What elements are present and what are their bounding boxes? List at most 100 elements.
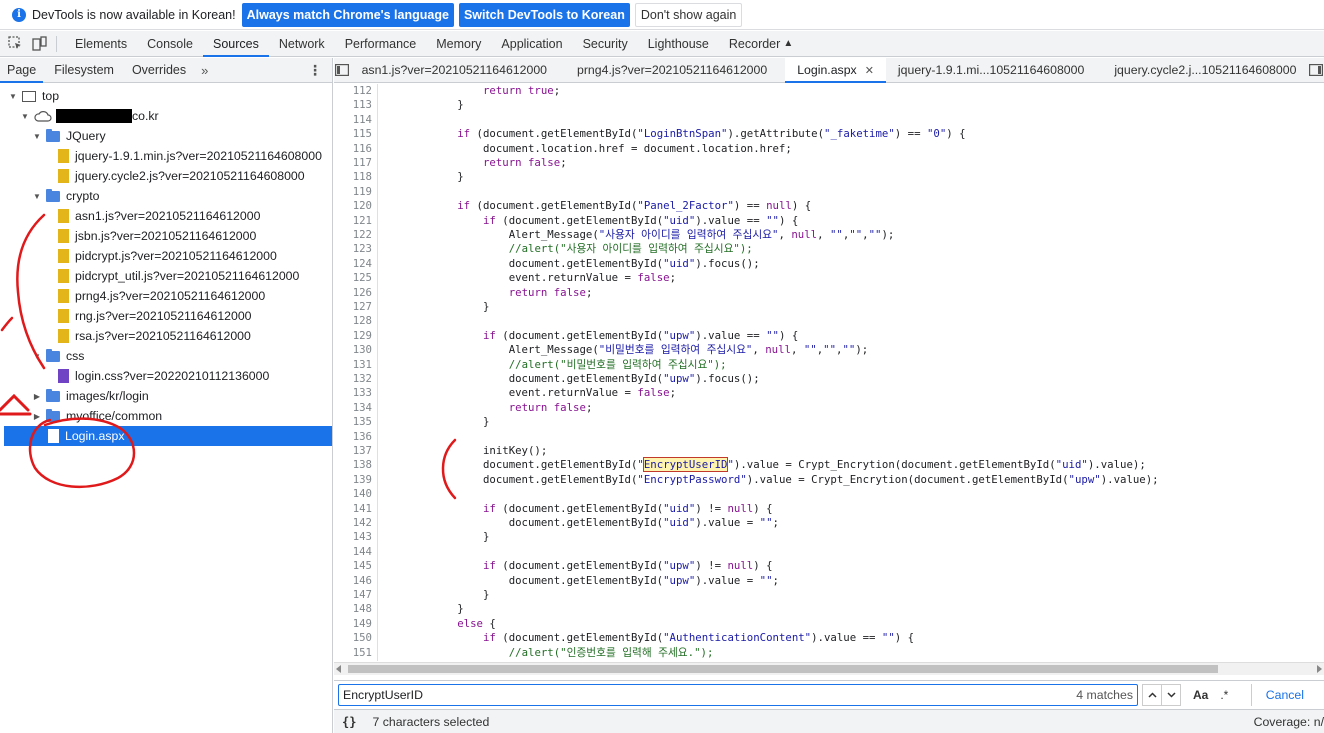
line-number[interactable]: 143: [334, 530, 372, 544]
tab-elements[interactable]: Elements: [65, 31, 137, 56]
close-tab-icon[interactable]: ✕: [865, 64, 874, 77]
tree-file[interactable]: prng4.js?ver=20210521164612000: [0, 286, 332, 306]
code-line[interactable]: 116 document.location.href = document.lo…: [334, 142, 1324, 156]
collapse-triangle-icon[interactable]: ▶: [32, 412, 42, 421]
line-number[interactable]: 151: [334, 646, 372, 660]
expand-triangle-icon[interactable]: ▼: [8, 92, 18, 101]
code-line[interactable]: 137 initKey();: [334, 444, 1324, 458]
code-line[interactable]: 126 return false;: [334, 286, 1324, 300]
scroll-right-icon[interactable]: [1317, 665, 1322, 673]
dont-show-again-button[interactable]: Don't show again: [634, 2, 743, 27]
code-line[interactable]: 134 return false;: [334, 401, 1324, 415]
line-number[interactable]: 117: [334, 156, 372, 170]
code-line[interactable]: 125 event.returnValue = false;: [334, 271, 1324, 285]
code-line[interactable]: 120 if (document.getElementById("Panel_2…: [334, 199, 1324, 213]
tree-file[interactable]: asn1.js?ver=20210521164612000: [0, 206, 332, 226]
code-line[interactable]: 139 document.getElementById("EncryptPass…: [334, 473, 1324, 487]
line-number[interactable]: 119: [334, 185, 372, 199]
code-line[interactable]: 135 }: [334, 415, 1324, 429]
line-number[interactable]: 114: [334, 113, 372, 127]
tab-security[interactable]: Security: [573, 31, 638, 56]
tab-overrides[interactable]: Overrides: [125, 58, 193, 82]
code-line[interactable]: 132 document.getElementById("upw").focus…: [334, 372, 1324, 386]
code-line[interactable]: 138 document.getElementById("EncryptUser…: [334, 457, 1324, 473]
code-line[interactable]: 114: [334, 113, 1324, 127]
toggle-debugger-icon[interactable]: [1308, 64, 1324, 76]
tree-file[interactable]: pidcrypt.js?ver=20210521164612000: [0, 246, 332, 266]
line-number[interactable]: 130: [334, 343, 372, 357]
tree-folder-myoffice[interactable]: ▶ myoffice/common: [0, 406, 332, 426]
line-number[interactable]: 142: [334, 516, 372, 530]
line-number[interactable]: 140: [334, 487, 372, 501]
line-number[interactable]: 136: [334, 430, 372, 444]
line-number[interactable]: 133: [334, 386, 372, 400]
regex-button[interactable]: .*: [1220, 688, 1228, 702]
line-number[interactable]: 129: [334, 329, 372, 343]
line-number[interactable]: 134: [334, 401, 372, 415]
line-number[interactable]: 131: [334, 358, 372, 372]
line-number[interactable]: 113: [334, 98, 372, 112]
scroll-left-icon[interactable]: [336, 665, 341, 673]
line-number[interactable]: 124: [334, 257, 372, 271]
editor-tab[interactable]: jquery.cycle2.j...10521164608000: [1102, 58, 1308, 82]
line-number[interactable]: 120: [334, 199, 372, 213]
code-line[interactable]: 130 Alert_Message("비밀번호를 입력하여 주십시요", nul…: [334, 343, 1324, 357]
line-number[interactable]: 116: [334, 142, 372, 156]
tree-folder-jquery[interactable]: ▼ JQuery: [0, 126, 332, 146]
line-number[interactable]: 148: [334, 602, 372, 616]
code-line[interactable]: 140: [334, 487, 1324, 501]
code-line[interactable]: 128: [334, 314, 1324, 328]
code-line[interactable]: 145 if (document.getElementById("upw") !…: [334, 559, 1324, 573]
line-number[interactable]: 150: [334, 631, 372, 645]
code-area[interactable]: 112 return true; 113 } 114 115 if (document…: [334, 84, 1324, 661]
tree-item-domain[interactable]: ▼ co.kr: [0, 106, 332, 126]
line-number[interactable]: 118: [334, 170, 372, 184]
tab-lighthouse[interactable]: Lighthouse: [638, 31, 719, 56]
code-line[interactable]: 131 //alert("비밀번호를 입력하여 주십시요");: [334, 358, 1324, 372]
tree-file[interactable]: jsbn.js?ver=20210521164612000: [0, 226, 332, 246]
tree-folder-images[interactable]: ▶ images/kr/login: [0, 386, 332, 406]
tree-folder-css[interactable]: ▼ css: [0, 346, 332, 366]
tree-file[interactable]: pidcrypt_util.js?ver=20210521164612000: [0, 266, 332, 286]
expand-triangle-icon[interactable]: ▼: [32, 352, 42, 361]
line-number[interactable]: 127: [334, 300, 372, 314]
line-number[interactable]: 121: [334, 214, 372, 228]
more-options-icon[interactable]: ⋮: [308, 62, 322, 79]
tree-file[interactable]: login.css?ver=20220210112136000: [0, 366, 332, 386]
horizontal-scrollbar[interactable]: [334, 662, 1324, 675]
tree-item-top[interactable]: ▼ top: [0, 86, 332, 106]
code-line[interactable]: 150 if (document.getElementById("Authent…: [334, 631, 1324, 645]
always-match-language-button[interactable]: Always match Chrome's language: [241, 2, 454, 27]
next-match-button[interactable]: [1161, 683, 1181, 706]
tree-file[interactable]: jquery.cycle2.js?ver=20210521164608000: [0, 166, 332, 186]
line-number[interactable]: 126: [334, 286, 372, 300]
line-number[interactable]: 125: [334, 271, 372, 285]
scrollbar-thumb[interactable]: [348, 665, 1218, 673]
tree-file[interactable]: rsa.js?ver=20210521164612000: [0, 326, 332, 346]
line-number[interactable]: 135: [334, 415, 372, 429]
editor-tab[interactable]: jquery-1.9.1.mi...10521164608000: [886, 58, 1096, 82]
tree-folder-crypto[interactable]: ▼ crypto: [0, 186, 332, 206]
code-line[interactable]: 141 if (document.getElementById("uid") !…: [334, 502, 1324, 516]
line-number[interactable]: 122: [334, 228, 372, 242]
cancel-search-button[interactable]: Cancel: [1250, 683, 1318, 706]
switch-to-korean-button[interactable]: Switch DevTools to Korean: [458, 2, 630, 27]
code-line[interactable]: 129 if (document.getElementById("upw").v…: [334, 329, 1324, 343]
tab-filesystem[interactable]: Filesystem: [47, 58, 121, 82]
code-line[interactable]: 119: [334, 185, 1324, 199]
line-number[interactable]: 112: [334, 84, 372, 98]
tab-network[interactable]: Network: [269, 31, 335, 56]
code-line[interactable]: 123 //alert("사용자 아이디를 입력하여 주십시요");: [334, 242, 1324, 256]
match-case-button[interactable]: Aa: [1193, 688, 1208, 702]
code-line[interactable]: 148 }: [334, 602, 1324, 616]
line-number[interactable]: 132: [334, 372, 372, 386]
editor-tab-active[interactable]: Login.aspx ✕: [785, 58, 886, 83]
code-line[interactable]: 133 event.returnValue = false;: [334, 386, 1324, 400]
line-number[interactable]: 144: [334, 545, 372, 559]
tree-file[interactable]: jquery-1.9.1.min.js?ver=2021052116460800…: [0, 146, 332, 166]
editor-tab[interactable]: asn1.js?ver=20210521164612000: [350, 58, 559, 82]
code-line[interactable]: 144: [334, 545, 1324, 559]
inspect-element-icon[interactable]: [6, 35, 24, 53]
code-line[interactable]: 127 }: [334, 300, 1324, 314]
code-line[interactable]: 118 }: [334, 170, 1324, 184]
